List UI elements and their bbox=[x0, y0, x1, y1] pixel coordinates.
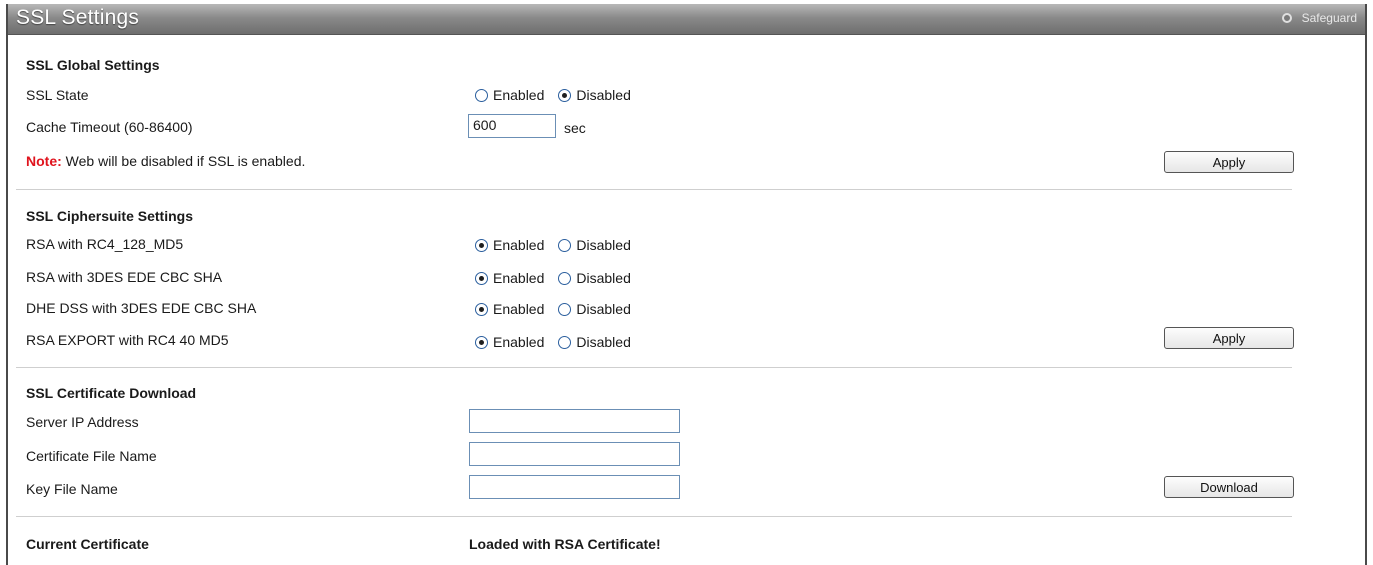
cipher-label-3des-sha: RSA with 3DES EDE CBC SHA bbox=[26, 269, 223, 285]
certificate-file-label: Certificate File Name bbox=[26, 448, 157, 464]
cipher-radio-group-dhe-dss: Enabled Disabled bbox=[475, 301, 645, 317]
server-ip-label: Server IP Address bbox=[26, 414, 139, 430]
cipher-radio-group-rsa-export: Enabled Disabled bbox=[475, 334, 645, 350]
key-file-input[interactable] bbox=[469, 475, 680, 499]
section-divider bbox=[16, 367, 1292, 368]
note-prefix: Note: bbox=[26, 153, 62, 169]
safeguard-indicator[interactable]: Safeguard bbox=[1281, 11, 1357, 25]
cipher-disabled-option[interactable]: Disabled bbox=[558, 301, 631, 317]
cipher-label-rc4-128-md5: RSA with RC4_128_MD5 bbox=[26, 236, 184, 252]
current-certificate-value: Loaded with RSA Certificate! bbox=[469, 536, 661, 552]
radio-label: Disabled bbox=[576, 334, 631, 350]
page-title: SSL Settings bbox=[16, 6, 140, 29]
download-button[interactable]: Download bbox=[1164, 476, 1294, 498]
cipher-disabled-option[interactable]: Disabled bbox=[558, 270, 631, 286]
cipher-enabled-option[interactable]: Enabled bbox=[475, 334, 544, 350]
radio-label: Enabled bbox=[493, 270, 545, 286]
global-settings-heading: SSL Global Settings bbox=[26, 57, 160, 73]
cipher-disabled-option[interactable]: Disabled bbox=[558, 334, 631, 350]
ciphersuite-heading: SSL Ciphersuite Settings bbox=[26, 208, 193, 224]
cache-timeout-input[interactable]: 600 bbox=[468, 114, 556, 138]
cipher-enabled-radio[interactable] bbox=[475, 238, 488, 252]
server-ip-input[interactable] bbox=[469, 409, 680, 433]
cache-timeout-unit: sec bbox=[564, 120, 586, 136]
cipher-label-dhe-dss: DHE DSS with 3DES EDE CBC SHA bbox=[26, 300, 257, 316]
ciphersuite-apply-button[interactable]: Apply bbox=[1164, 327, 1294, 349]
ssl-state-radio-group: Enabled Disabled bbox=[475, 87, 645, 103]
cipher-disabled-radio[interactable] bbox=[558, 302, 572, 316]
radio-label: Disabled bbox=[576, 301, 631, 317]
cipher-radio-group-rc4-128-md5: Enabled Disabled bbox=[475, 237, 645, 253]
radio-label: Enabled bbox=[493, 87, 545, 103]
ssl-state-enabled-option[interactable]: Enabled bbox=[475, 87, 544, 103]
cipher-disabled-radio[interactable] bbox=[558, 271, 572, 285]
ssl-state-enabled-radio[interactable] bbox=[475, 88, 488, 102]
cipher-label-rsa-export: RSA EXPORT with RC4 40 MD5 bbox=[26, 332, 229, 348]
cipher-disabled-radio[interactable] bbox=[558, 238, 572, 252]
cipher-radio-group-3des-sha: Enabled Disabled bbox=[475, 270, 645, 286]
radio-label: Disabled bbox=[576, 270, 631, 286]
cipher-enabled-radio[interactable] bbox=[475, 302, 488, 316]
ssl-note: Note: Web will be disabled if SSL is ena… bbox=[26, 153, 305, 169]
cipher-enabled-option[interactable]: Enabled bbox=[475, 301, 544, 317]
ssl-state-label: SSL State bbox=[26, 87, 89, 103]
cipher-disabled-option[interactable]: Disabled bbox=[558, 237, 631, 253]
safeguard-label: Safeguard bbox=[1301, 11, 1357, 25]
cipher-enabled-option[interactable]: Enabled bbox=[475, 237, 544, 253]
radio-label: Enabled bbox=[493, 237, 545, 253]
ssl-state-disabled-option[interactable]: Disabled bbox=[558, 87, 631, 103]
cache-timeout-label: Cache Timeout (60-86400) bbox=[26, 119, 193, 135]
radio-label: Enabled bbox=[493, 301, 545, 317]
global-apply-button[interactable]: Apply bbox=[1164, 151, 1294, 173]
note-text: Web will be disabled if SSL is enabled. bbox=[61, 153, 306, 169]
title-bar: SSL Settings Safeguard bbox=[8, 4, 1365, 35]
radio-label: Disabled bbox=[576, 237, 631, 253]
certificate-download-heading: SSL Certificate Download bbox=[26, 385, 197, 401]
cipher-enabled-radio[interactable] bbox=[475, 271, 488, 285]
safeguard-icon bbox=[1281, 13, 1292, 23]
ssl-state-disabled-radio[interactable] bbox=[558, 88, 572, 102]
section-divider bbox=[16, 189, 1292, 190]
cipher-enabled-radio[interactable] bbox=[475, 335, 488, 349]
radio-label: Enabled bbox=[493, 334, 545, 350]
key-file-label: Key File Name bbox=[26, 481, 118, 497]
current-certificate-label: Current Certificate bbox=[26, 536, 149, 552]
radio-label: Disabled bbox=[576, 87, 631, 103]
cipher-disabled-radio[interactable] bbox=[558, 335, 572, 349]
certificate-file-input[interactable] bbox=[469, 442, 680, 466]
section-divider bbox=[16, 516, 1292, 517]
cipher-enabled-option[interactable]: Enabled bbox=[475, 270, 544, 286]
